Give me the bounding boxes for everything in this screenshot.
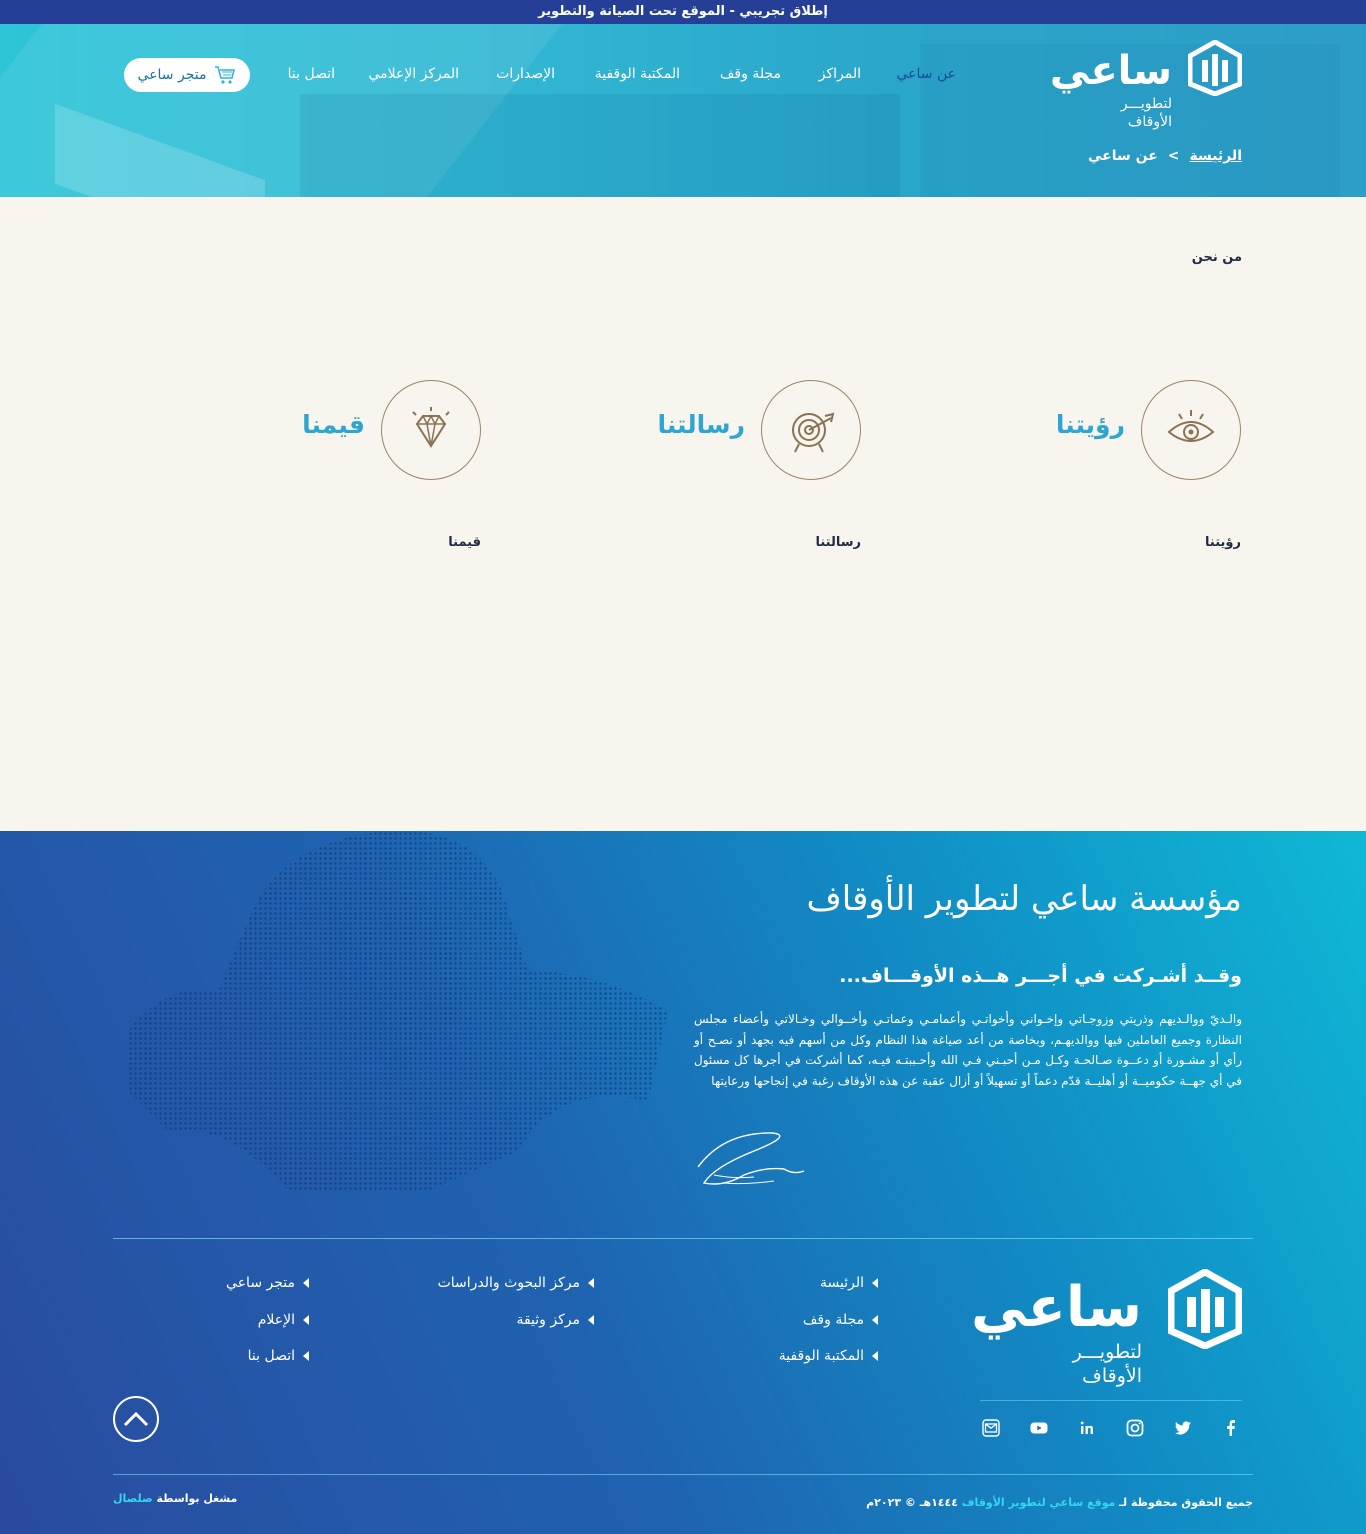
target-icon [792, 412, 835, 453]
caret-icon [588, 1278, 594, 1288]
footer-divider [113, 1238, 1253, 1239]
footer: مؤسسة ساعي لتطوير الأوقاف وقــد أشـركت ف… [0, 831, 1366, 1534]
logo-mark-icon [1168, 1269, 1242, 1349]
logo-brand: ساعي [1049, 48, 1172, 94]
twitter-icon[interactable] [1172, 1417, 1194, 1439]
nav-waqf-magazine[interactable]: مجلة وقف [720, 66, 781, 82]
breadcrumb: الرئيسة > عن ساعي [1088, 148, 1242, 164]
header: ساعي لتطويـــر الأوقاف عن ساعي المراكز م… [0, 24, 1366, 197]
feature-mission[interactable]: رسالتنا [561, 380, 861, 480]
footer-link[interactable]: اتصل بنا [226, 1347, 309, 1384]
diamond-icon [412, 407, 450, 448]
caret-icon [588, 1314, 594, 1325]
footer-share-title: وقــد أشـركت في أجـــر هــذه الأوقـــاف.… [839, 965, 1242, 987]
logo-mark-icon [1188, 40, 1242, 96]
footer-link[interactable]: متجر ساعي [226, 1274, 309, 1311]
scroll-to-top-button[interactable] [113, 1396, 159, 1442]
feature-icon-circle [761, 380, 861, 480]
footer-link[interactable]: الإعلام [226, 1311, 309, 1348]
breadcrumb-current: عن ساعي [1087, 148, 1158, 164]
footer-link[interactable]: الرئيسة [779, 1274, 878, 1311]
mail-icon[interactable] [980, 1417, 1002, 1439]
logo-tagline: الأوقاف [1127, 114, 1172, 130]
nav-centers[interactable]: المراكز [819, 66, 861, 82]
store-button[interactable]: متجر ساعي [124, 58, 250, 92]
feature-icon-circle [1141, 380, 1241, 480]
footer-link[interactable]: مجلة وقف [779, 1311, 878, 1348]
footer-links-col3: متجر ساعي الإعلام اتصل بنا [226, 1274, 309, 1384]
powered-by-link[interactable]: صلصال [113, 1492, 153, 1505]
nav-contact[interactable]: اتصل بنا [288, 66, 335, 82]
cart-icon [215, 66, 236, 84]
footer-calligraphy-title: مؤسسة ساعي لتطوير الأوقاف [806, 879, 1242, 919]
nav-about[interactable]: عن ساعي [897, 66, 956, 82]
footer-link[interactable]: مركز البحوث والدراسات [438, 1274, 594, 1311]
caret-icon [303, 1278, 309, 1288]
chevron-up-icon [123, 1411, 149, 1427]
footer-link[interactable]: مركز وثيقة [438, 1311, 594, 1348]
footer-logo-tagline: الأوقاف [1082, 1365, 1142, 1387]
social-links [980, 1417, 1242, 1439]
eye-icon [1167, 410, 1215, 442]
instagram-icon[interactable] [1124, 1417, 1146, 1439]
linkedin-icon[interactable] [1076, 1417, 1098, 1439]
feature-values[interactable]: قيمنا [181, 380, 481, 480]
caret-icon [872, 1314, 878, 1325]
nav-media-center[interactable]: المركز الإعلامي [368, 66, 459, 82]
footer-logo[interactable]: ساعي لتطويـــر الأوقاف [971, 1269, 1242, 1387]
feature-caption: رؤيتنا [1205, 535, 1241, 550]
caret-icon [303, 1351, 309, 1361]
footer-links-col2: مركز البحوث والدراسات مركز وثيقة [438, 1274, 594, 1347]
feature-title: قيمنا [302, 410, 365, 439]
nav-publications[interactable]: الإصدارات [496, 66, 555, 82]
feature-vision[interactable]: رؤيتنا [941, 380, 1241, 480]
feature-title: رسالتنا [657, 410, 745, 439]
nav-waqf-library[interactable]: المكتبة الوقفية [595, 66, 680, 82]
footer-links-col1: الرئيسة مجلة وقف المكتبة الوقفية [779, 1274, 878, 1384]
announcement-bar: إطلاق تجريبي - الموقع تحت الصيانة والتطو… [0, 0, 1366, 24]
footer-logo-brand: ساعي [970, 1275, 1142, 1340]
footer-logo-tagline: لتطويـــر [1072, 1341, 1142, 1363]
header-shape [300, 94, 900, 197]
social-divider [980, 1400, 1242, 1401]
breadcrumb-home[interactable]: الرئيسة [1190, 148, 1242, 164]
logo-tagline: لتطويـــر [1120, 96, 1172, 112]
footer-paragraph: والـديّ ووالـديهم وذريتي وزوجـاتي وإخـوا… [694, 1012, 1242, 1088]
copyright: جميع الحقوق محفوظة لـ موقع ساعي لتطوير ا… [866, 1496, 1253, 1509]
facebook-icon[interactable] [1220, 1417, 1242, 1439]
feature-icon-circle [381, 380, 481, 480]
copyright-site-link[interactable]: موقع ساعي لتطوير الأوقاف [962, 1496, 1116, 1509]
feature-title: رؤيتنا [1055, 410, 1125, 439]
caret-icon [872, 1278, 878, 1288]
caret-icon [303, 1314, 309, 1325]
site-logo[interactable]: ساعي لتطويـــر الأوقاف [1050, 40, 1242, 130]
section-title: من نحن [1191, 250, 1242, 265]
feature-caption: رسالتنا [815, 535, 861, 550]
powered-by: مشغل بواسطة صلصال [113, 1492, 238, 1505]
caret-icon [872, 1351, 878, 1361]
feature-caption: قيمنا [448, 535, 481, 550]
footer-link[interactable]: المكتبة الوقفية [779, 1347, 878, 1384]
breadcrumb-separator: > [1167, 148, 1180, 164]
signature-image [697, 1132, 805, 1185]
founder-portrait-image [128, 831, 668, 1191]
footer-bottom-divider [113, 1474, 1253, 1475]
youtube-icon[interactable] [1028, 1417, 1050, 1439]
store-button-label: متجر ساعي [137, 67, 207, 83]
